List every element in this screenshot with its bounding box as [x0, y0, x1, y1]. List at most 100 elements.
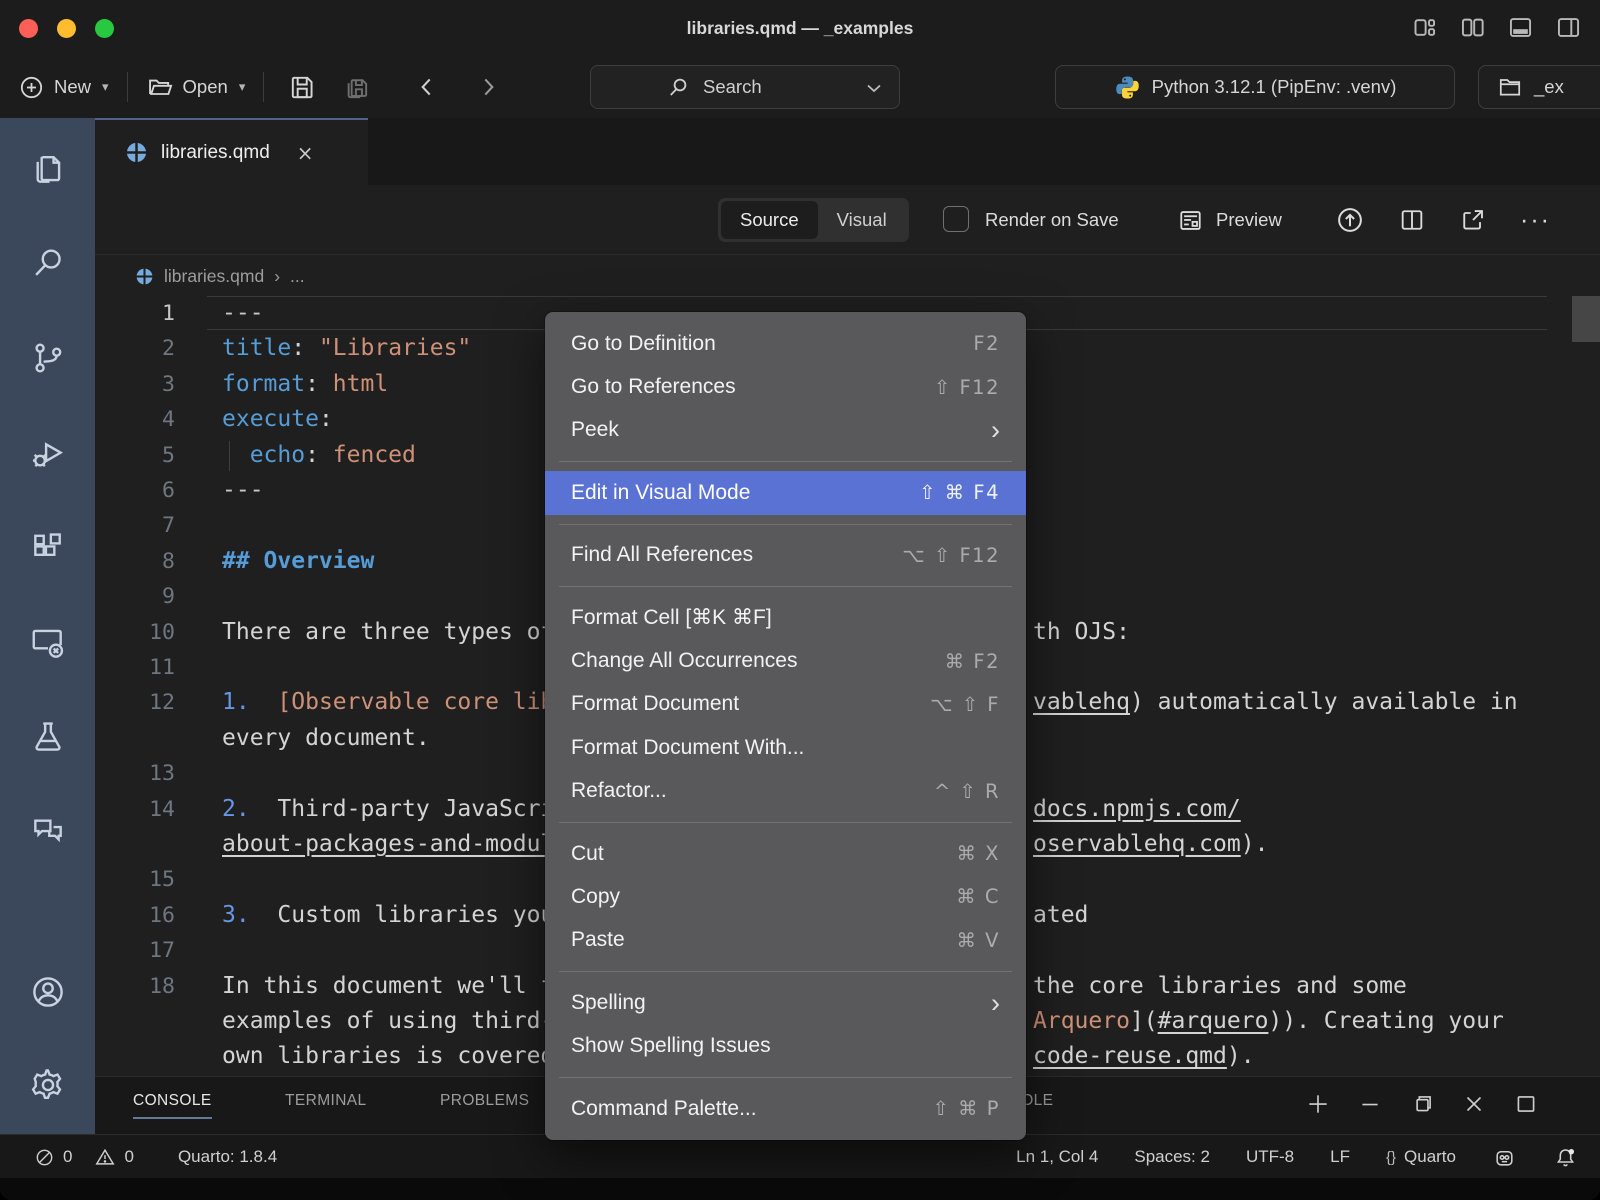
line-number: 18: [95, 969, 175, 1004]
new-button[interactable]: New ▾: [18, 74, 109, 101]
eol-status[interactable]: LF: [1330, 1147, 1350, 1167]
submenu-chevron-icon: ›: [991, 993, 1000, 1013]
code-token: fenced: [333, 442, 416, 468]
open-button-label: Open: [183, 76, 228, 98]
menu-item-format-cell-k-f[interactable]: Format Cell [⌘K ⌘F]: [545, 596, 1026, 639]
menu-item-format-document-with[interactable]: Format Document With...: [545, 726, 1026, 769]
navigate-forward-icon[interactable]: [475, 74, 501, 100]
menu-separator: [559, 586, 1012, 587]
minimize-panel-icon[interactable]: [1357, 1091, 1383, 1117]
quarto-file-icon: [125, 141, 148, 164]
cursor-position-status[interactable]: Ln 1, Col 4: [1016, 1147, 1098, 1167]
menu-item-peek[interactable]: Peek›: [545, 409, 1026, 452]
search-input[interactable]: Search: [590, 65, 900, 109]
panel-layout-icon[interactable]: [1513, 1091, 1539, 1117]
menu-item-copy[interactable]: Copy⌘ C: [545, 875, 1026, 918]
tab-label: libraries.qmd: [161, 142, 270, 164]
toggle-panel-icon[interactable]: [1507, 14, 1534, 41]
panel-tab-console[interactable]: CONSOLE: [133, 1092, 212, 1119]
close-panel-icon[interactable]: [1461, 1091, 1487, 1117]
chat-icon[interactable]: [29, 812, 67, 850]
menu-item-spelling[interactable]: Spelling›: [545, 981, 1026, 1024]
panel-tab-problems[interactable]: PROBLEMS: [440, 1092, 529, 1117]
preview-button[interactable]: Preview: [1177, 185, 1282, 255]
save-icon[interactable]: [288, 73, 317, 102]
chevron-down-icon[interactable]: [865, 81, 883, 95]
more-actions-icon[interactable]: ···: [1520, 206, 1551, 235]
visual-mode-button[interactable]: Visual: [818, 201, 906, 239]
menu-item-go-to-references[interactable]: Go to References⇧ F12: [545, 365, 1026, 408]
code-token: oservablehq.com: [1033, 831, 1241, 857]
menu-item-label: Edit in Visual Mode: [571, 481, 750, 505]
toggle-sidebar-icon[interactable]: [1459, 14, 1486, 41]
account-icon[interactable]: [29, 973, 67, 1011]
code-line-text: title: "Libraries": [222, 331, 471, 366]
code-token: ](: [1130, 1008, 1158, 1034]
save-all-icon[interactable]: [342, 73, 371, 102]
line-number: 11: [95, 650, 175, 685]
session-folder-button[interactable]: _ex: [1478, 65, 1600, 109]
language-mode-status[interactable]: {} Quarto: [1386, 1147, 1456, 1167]
tab-libraries-qmd[interactable]: libraries.qmd ×: [95, 118, 368, 185]
menu-item-show-spelling-issues[interactable]: Show Spelling Issues: [545, 1024, 1026, 1067]
menu-item-cut[interactable]: Cut⌘ X: [545, 832, 1026, 875]
remote-explorer-icon[interactable]: [29, 623, 67, 661]
indentation-status[interactable]: Spaces: 2: [1134, 1147, 1210, 1167]
code-line-text-right: docs.npmjs.com/: [1033, 792, 1241, 827]
menu-separator: [559, 524, 1012, 525]
menu-item-format-document[interactable]: Format Document⌥ ⇧ F: [545, 683, 1026, 726]
notifications-bell-icon[interactable]: [1553, 1145, 1578, 1170]
line-number: 1: [95, 296, 175, 331]
menu-item-go-to-definition[interactable]: Go to DefinitionF2: [545, 322, 1026, 365]
app-window: libraries.qmd — _examples: [0, 0, 1600, 1200]
breadcrumb-more[interactable]: ...: [290, 266, 305, 287]
menu-item-change-all-occurrences[interactable]: Change All Occurrences⌘ F2: [545, 639, 1026, 682]
navigate-back-icon[interactable]: [414, 74, 440, 100]
quarto-version-status[interactable]: Quarto: 1.8.4: [178, 1147, 277, 1167]
line-number: 3: [95, 367, 175, 402]
code-token: docs.npmjs.com/: [1033, 796, 1241, 822]
toolbar-separator: [263, 72, 264, 102]
open-button[interactable]: Open ▾: [146, 73, 246, 101]
split-editor-icon[interactable]: [1398, 206, 1426, 234]
line-number: 16: [95, 898, 175, 933]
menu-item-paste[interactable]: Paste⌘ V: [545, 919, 1026, 962]
search-sidebar-icon[interactable]: [29, 244, 67, 282]
open-in-new-window-icon[interactable]: [1459, 206, 1487, 234]
code-line-text-right: the core libraries and some: [1033, 969, 1407, 1004]
menu-item-find-all-references[interactable]: Find All References⌥ ⇧ F12: [545, 534, 1026, 577]
close-tab-icon[interactable]: ×: [297, 141, 314, 165]
extensions-icon[interactable]: [29, 529, 67, 567]
restore-panel-icon[interactable]: [1409, 1091, 1435, 1117]
feedback-icon[interactable]: [1492, 1145, 1517, 1170]
line-number: 14: [95, 792, 175, 827]
encoding-status[interactable]: UTF-8: [1246, 1147, 1294, 1167]
menu-item-label: Change All Occurrences: [571, 649, 797, 673]
search-icon: [667, 75, 691, 99]
panel-tab-terminal[interactable]: TERMINAL: [285, 1092, 367, 1117]
menu-item-shortcut: ^ ⇧ R: [934, 780, 1000, 803]
explorer-icon[interactable]: [29, 150, 67, 188]
run-debug-icon[interactable]: [29, 434, 67, 472]
breadcrumb-file[interactable]: libraries.qmd: [164, 266, 264, 287]
problems-status[interactable]: 0 0: [34, 1146, 134, 1168]
settings-gear-icon[interactable]: [29, 1066, 67, 1104]
customize-layout-icon[interactable]: [1411, 14, 1438, 41]
testing-beaker-icon[interactable]: [29, 718, 67, 756]
context-menu: Go to DefinitionF2Go to References⇧ F12P…: [545, 312, 1026, 1140]
code-token: [250, 689, 278, 715]
menu-item-label: Show Spelling Issues: [571, 1034, 771, 1058]
new-console-plus-icon[interactable]: [1305, 1091, 1331, 1117]
render-document-icon[interactable]: [1335, 205, 1365, 235]
source-mode-button[interactable]: Source: [721, 201, 818, 239]
interpreter-label: Python 3.12.1 (PipEnv: .venv): [1152, 76, 1397, 98]
render-on-save-checkbox[interactable]: [943, 206, 969, 232]
menu-item-refactor[interactable]: Refactor...^ ⇧ R: [545, 770, 1026, 813]
menu-item-edit-in-visual-mode[interactable]: Edit in Visual Mode⇧ ⌘ F4: [545, 471, 1026, 514]
error-icon: [34, 1147, 55, 1168]
interpreter-selector[interactable]: Python 3.12.1 (PipEnv: .venv): [1055, 65, 1455, 109]
menu-item-command-palette[interactable]: Command Palette...⇧ ⌘ P: [545, 1087, 1026, 1130]
source-control-icon[interactable]: [29, 339, 67, 377]
toggle-secondary-sidebar-icon[interactable]: [1555, 14, 1582, 41]
editor-scrollbar[interactable]: [1572, 296, 1600, 342]
